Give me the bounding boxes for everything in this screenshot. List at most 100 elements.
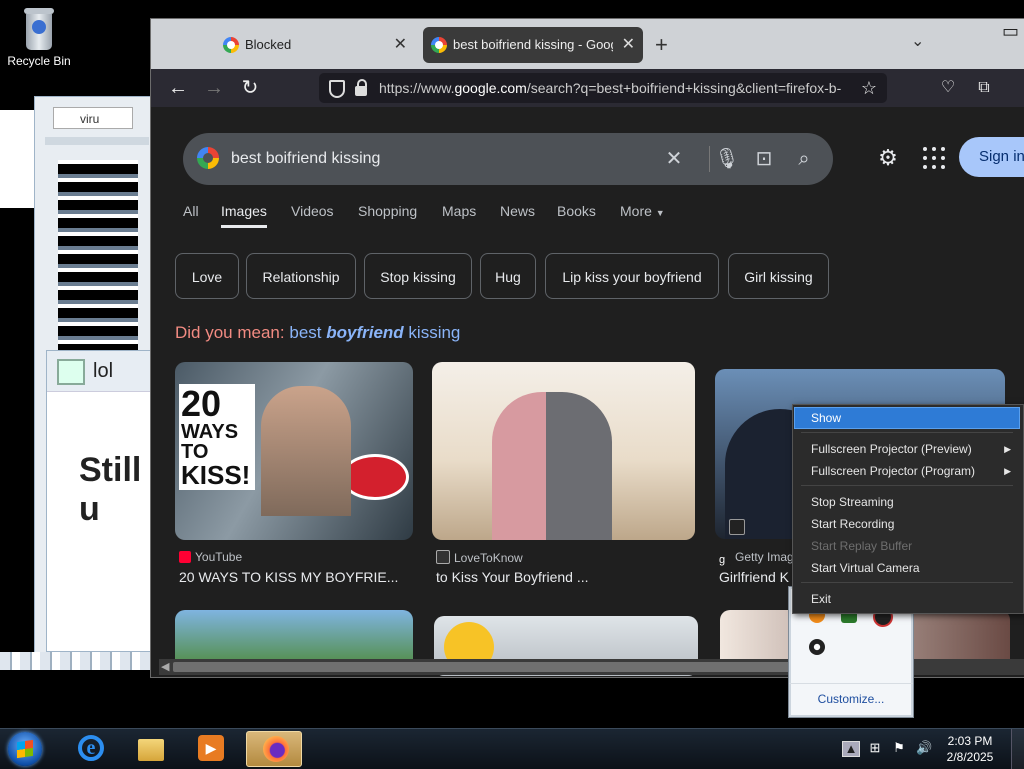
taskbar-file-explorer[interactable] [122, 731, 178, 767]
lol-window-text: Still u [79, 451, 142, 528]
google-apps-grid-icon[interactable] [921, 145, 947, 171]
pocket-icon[interactable]: ♡ [935, 75, 961, 101]
result-3-title[interactable]: Girlfriend K [719, 569, 789, 585]
glitch-bottom-artifact [0, 652, 150, 670]
extensions-puzzle-icon[interactable]: ⧉ [971, 75, 997, 101]
tab-more[interactable]: More ▼ [620, 203, 665, 219]
action-center-flag-icon[interactable]: ⚑ [892, 741, 906, 755]
obs-tray-context-menu: Show Fullscreen Projector (Preview) ▶ Ful… [792, 404, 1024, 614]
tab-maps[interactable]: Maps [442, 203, 476, 219]
chip-girl-kissing[interactable]: Girl kissing [728, 253, 829, 299]
google-favicon-icon [223, 37, 239, 53]
new-tab-plus-icon[interactable]: + [655, 27, 668, 63]
back-arrow-icon[interactable]: ← [165, 75, 191, 101]
menu-separator [801, 485, 1013, 486]
customize-link[interactable]: Customize... [789, 683, 913, 706]
menu-item-exit[interactable]: Exit [795, 589, 1019, 609]
search-magnifier-icon[interactable]: ⌕ [791, 146, 817, 172]
clock-date: 2/8/2025 [946, 750, 994, 764]
tab-blocked[interactable]: Blocked ✕ [169, 27, 415, 63]
scroll-left-arrow-icon[interactable]: ◀ [161, 659, 169, 675]
reload-icon[interactable]: ↻ [237, 75, 263, 101]
result-2-source[interactable]: LoveToKnow [436, 550, 523, 565]
submenu-arrow-icon: ▶ [1004, 444, 1011, 454]
tab-label: Blocked [245, 37, 292, 52]
menu-separator [801, 432, 1013, 433]
image-result-1[interactable]: 20 WAYS TO KISS! [175, 362, 413, 540]
getty-icon: g [719, 554, 731, 566]
chip-lip-kiss[interactable]: Lip kiss your boyfriend [545, 253, 719, 299]
result-2-title[interactable]: to Kiss Your Boyfriend ... [436, 569, 589, 585]
padlock-icon[interactable] [355, 79, 367, 96]
url-bar[interactable]: https://www.google.com/search?q=best+boi… [319, 73, 887, 103]
url-prefix: https://www. [379, 80, 455, 96]
start-button[interactable] [4, 730, 46, 768]
scrollbar-thumb[interactable] [173, 662, 793, 672]
list-all-tabs-chevron-icon[interactable]: ⌄ [911, 31, 924, 51]
thumb-text-ways: WAYS [181, 421, 239, 443]
result-1-title[interactable]: 20 WAYS TO KISS MY BOYFRIE... [179, 569, 398, 585]
image-result-2[interactable] [432, 362, 695, 540]
did-you-mean-link[interactable]: best boyfriend kissing [289, 323, 460, 342]
forward-arrow-icon[interactable]: → [201, 75, 227, 101]
chip-hug[interactable]: Hug [480, 253, 536, 299]
obs-icon[interactable] [809, 639, 825, 655]
search-query-text[interactable]: best boifriend kissing [231, 133, 380, 185]
clock[interactable]: 2:03 PM 2/8/2025 [944, 733, 996, 765]
network-icon[interactable]: ⊞ [868, 741, 882, 755]
menu-item-start-virtual-camera[interactable]: Start Virtual Camera [795, 558, 1019, 578]
taskbar-firefox[interactable] [246, 731, 302, 767]
menu-item-start-recording[interactable]: Start Recording [795, 514, 1019, 534]
image-badge-icon [729, 519, 745, 535]
menu-item-label: Fullscreen Projector (Preview) [811, 442, 972, 456]
search-box[interactable]: best boifriend kissing ✕ 🎙 ⊡ ⌕ [183, 133, 833, 185]
google-g-logo-icon [197, 147, 219, 169]
system-tray: ▲ ⊞ ⚑ 🔊 2:03 PM 2/8/2025 [838, 729, 1024, 769]
tab-google-search[interactable]: best boifriend kissing - Google ✕ [423, 27, 643, 63]
voice-search-mic-icon[interactable]: 🎙 [709, 146, 740, 172]
sign-in-button[interactable]: Sign in [959, 137, 1024, 177]
close-tab-icon[interactable]: ✕ [622, 27, 635, 63]
clear-search-icon[interactable]: ✕ [661, 146, 687, 172]
menu-item-show[interactable]: Show [794, 407, 1020, 429]
menu-item-projector-program[interactable]: Fullscreen Projector (Program) ▶ [795, 461, 1019, 481]
result-3-source[interactable]: g Getty Imag [719, 550, 794, 566]
taskbar: e ▶ ▲ ⊞ ⚑ 🔊 2:03 PM 2/8/2025 [0, 728, 1024, 769]
result-1-source[interactable]: YouTube [179, 550, 242, 564]
show-hidden-icons-arrow[interactable]: ▲ [842, 741, 860, 757]
chip-relationship[interactable]: Relationship [246, 253, 356, 299]
show-desktop-button[interactable] [1011, 729, 1024, 769]
recycle-bin-desktop-icon[interactable]: Recycle Bin [6, 6, 72, 68]
result-1-source-label: YouTube [195, 550, 243, 564]
tab-books[interactable]: Books [557, 203, 596, 219]
settings-gear-icon[interactable]: ⚙ [875, 145, 901, 171]
taskbar-media-player[interactable]: ▶ [182, 731, 238, 767]
bookmark-star-icon[interactable]: ☆ [861, 73, 877, 103]
thumb-text-to: TO [181, 441, 209, 463]
volume-icon[interactable]: 🔊 [916, 741, 932, 755]
google-lens-icon[interactable]: ⊡ [751, 146, 777, 172]
thumb-text-kiss: KISS! [181, 460, 251, 490]
menu-item-stop-streaming[interactable]: Stop Streaming [795, 492, 1019, 512]
lips-graphic [341, 454, 409, 500]
chip-love[interactable]: Love [175, 253, 239, 299]
firefox-icon [263, 736, 289, 762]
tracking-protection-shield-icon[interactable] [329, 80, 345, 98]
menu-item-projector-preview[interactable]: Fullscreen Projector (Preview) ▶ [795, 439, 1019, 459]
tab-videos[interactable]: Videos [291, 203, 334, 219]
tab-shopping[interactable]: Shopping [358, 203, 417, 219]
tab-news[interactable]: News [500, 203, 535, 219]
lol-window-titlebar: lol [47, 351, 155, 392]
tab-images[interactable]: Images [221, 203, 267, 228]
window-controls[interactable]: ▭ [1002, 19, 1024, 43]
close-tab-icon[interactable]: ✕ [394, 27, 407, 63]
result-2-source-label: LoveToKnow [454, 551, 523, 565]
chip-stop-kissing[interactable]: Stop kissing [364, 253, 472, 299]
google-favicon-icon [431, 37, 447, 53]
tab-all[interactable]: All [183, 203, 199, 219]
recycle-bin-icon [22, 6, 56, 50]
menu-separator [801, 582, 1013, 583]
taskbar-internet-explorer[interactable]: e [62, 731, 118, 767]
did-you-mean-post: kissing [408, 323, 461, 342]
submenu-arrow-icon: ▶ [1004, 466, 1011, 476]
